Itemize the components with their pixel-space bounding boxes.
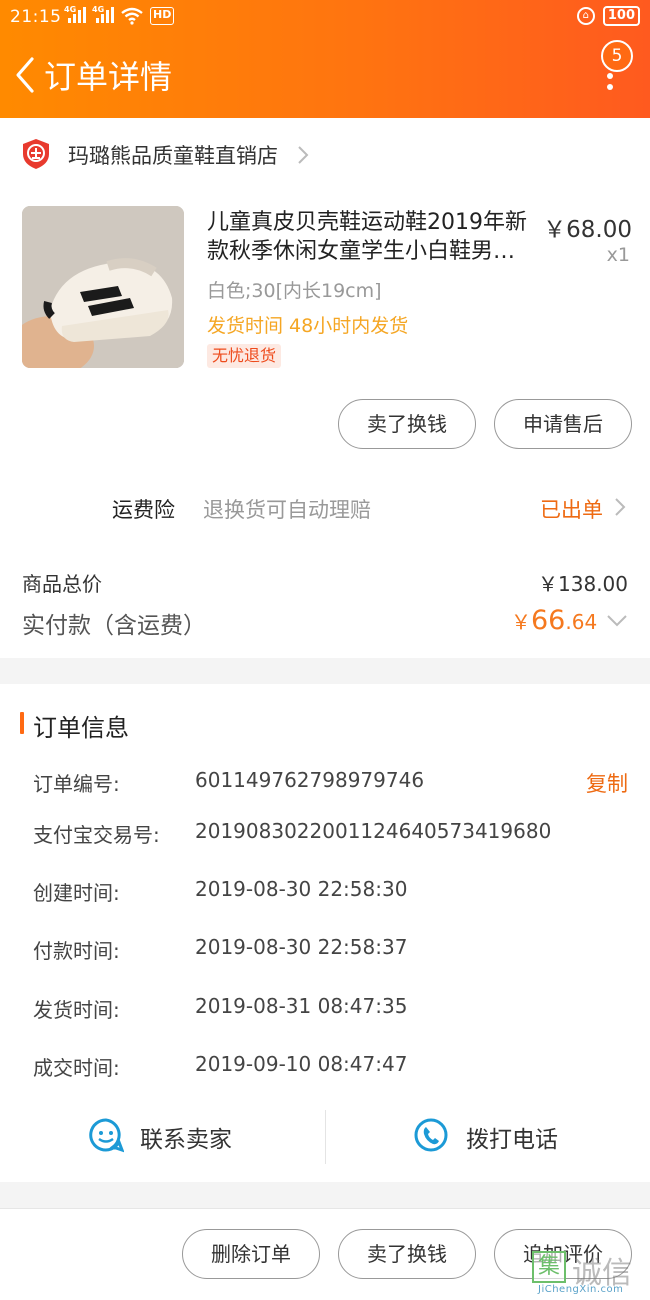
insurance-description: 退换货可自动理赔 (203, 498, 371, 522)
completed-time-value: 2019-09-10 08:47:47 (195, 1052, 408, 1076)
enterprise-shield-icon (23, 139, 49, 169)
header: 21:15 4G 4G HD ⌂ 100 订单详情 5 (0, 0, 650, 118)
order-number-label: 订单编号: (33, 772, 120, 796)
contact-row: 联系卖家 拨打电话 (0, 1094, 650, 1182)
shoe-illustration (22, 206, 184, 368)
phone-icon[interactable] (413, 1117, 449, 1153)
watermark: 集 诚信 JiChengXin.com (530, 1248, 648, 1298)
status-time: 21:15 (10, 7, 62, 27)
paid-time-label: 付款时间: (33, 939, 120, 963)
completed-time-label: 成交时间: (33, 1056, 120, 1080)
status-icons: 4G 4G HD (64, 5, 175, 25)
paid-time-value: 2019-08-30 22:58:37 (195, 935, 408, 959)
product-quantity: x1 (606, 244, 630, 266)
alipay-trade-value: 2019083022001124640573419680 (195, 819, 552, 843)
order-number-value: 601149762798979746 (195, 768, 425, 792)
shop-name: 玛璐熊品质童鞋直销店 (68, 144, 278, 168)
shipping-time: 发货时间 48小时内发货 (207, 315, 409, 337)
order-detail-screen: 21:15 4G 4G HD ⌂ 100 订单详情 5 玛璐熊品质童鞋直销店 儿… (0, 0, 650, 1300)
product-image[interactable] (22, 206, 184, 368)
watermark-logo: 集 (532, 1251, 566, 1283)
copy-button[interactable]: 复制 (586, 768, 628, 798)
wifi-icon (121, 7, 143, 25)
paid-value: ￥66.64 (511, 605, 598, 636)
created-time-label: 创建时间: (33, 881, 120, 905)
created-time-value: 2019-08-30 22:58:30 (195, 877, 408, 901)
battery-icon: 100 (602, 6, 640, 26)
divider (325, 1110, 326, 1164)
shipped-time-label: 发货时间: (33, 998, 120, 1022)
call-button[interactable]: 拨打电话 (466, 1120, 558, 1154)
signal-icon: 4G (64, 5, 86, 25)
insurance-label: 运费险 (112, 498, 175, 522)
chevron-right-icon (298, 146, 309, 164)
contact-seller-button[interactable]: 联系卖家 (140, 1120, 232, 1154)
status-right: ⌂ 100 (576, 6, 640, 26)
chevron-down-icon[interactable] (606, 614, 628, 628)
paid-label: 实付款（含运费） (22, 613, 206, 639)
signal-icon: 4G (92, 5, 114, 25)
watermark-url: JiChengXin.com (538, 1284, 624, 1295)
order-info-card: 订单信息 订单编号: 601149762798979746 复制 支付宝交易号:… (0, 684, 650, 1182)
alipay-trade-label: 支付宝交易号: (33, 823, 160, 847)
order-item-card: 玛璐熊品质童鞋直销店 儿童真皮贝壳鞋运动鞋2019年新款秋季休闲女童学生小白鞋男… (0, 118, 650, 658)
total-label: 商品总价 (22, 572, 102, 596)
shop-row[interactable]: 玛璐熊品质童鞋直销店 (0, 118, 650, 194)
section-accent-bar (20, 712, 24, 734)
section-title: 订单信息 (33, 714, 129, 742)
status-bar: 21:15 4G 4G HD ⌂ 100 (0, 0, 650, 34)
product-price: ￥68.00 (543, 217, 632, 243)
chat-icon[interactable] (88, 1117, 124, 1153)
product-sku: 白色;30[内长19cm] (207, 280, 382, 302)
back-button[interactable] (10, 55, 44, 95)
total-value: ￥138.00 (538, 572, 628, 596)
delete-order-button[interactable]: 删除订单 (182, 1229, 320, 1279)
sell-button-bottom[interactable]: 卖了换钱 (338, 1229, 476, 1279)
notification-badge: 5 (601, 40, 633, 72)
sell-button[interactable]: 卖了换钱 (338, 399, 476, 449)
shipped-time-value: 2019-08-31 08:47:35 (195, 994, 408, 1018)
chevron-right-icon[interactable] (614, 497, 626, 517)
insurance-status[interactable]: 已出单 (540, 494, 603, 524)
return-tag: 无忧退货 (207, 344, 282, 368)
page-title: 订单详情 (44, 58, 173, 96)
hd-icon: HD (150, 7, 175, 25)
after-sale-button[interactable]: 申请售后 (494, 399, 632, 449)
product-title[interactable]: 儿童真皮贝壳鞋运动鞋2019年新款秋季休闲女童学生小白鞋男… (207, 208, 537, 266)
lock-icon: ⌂ (576, 7, 595, 25)
